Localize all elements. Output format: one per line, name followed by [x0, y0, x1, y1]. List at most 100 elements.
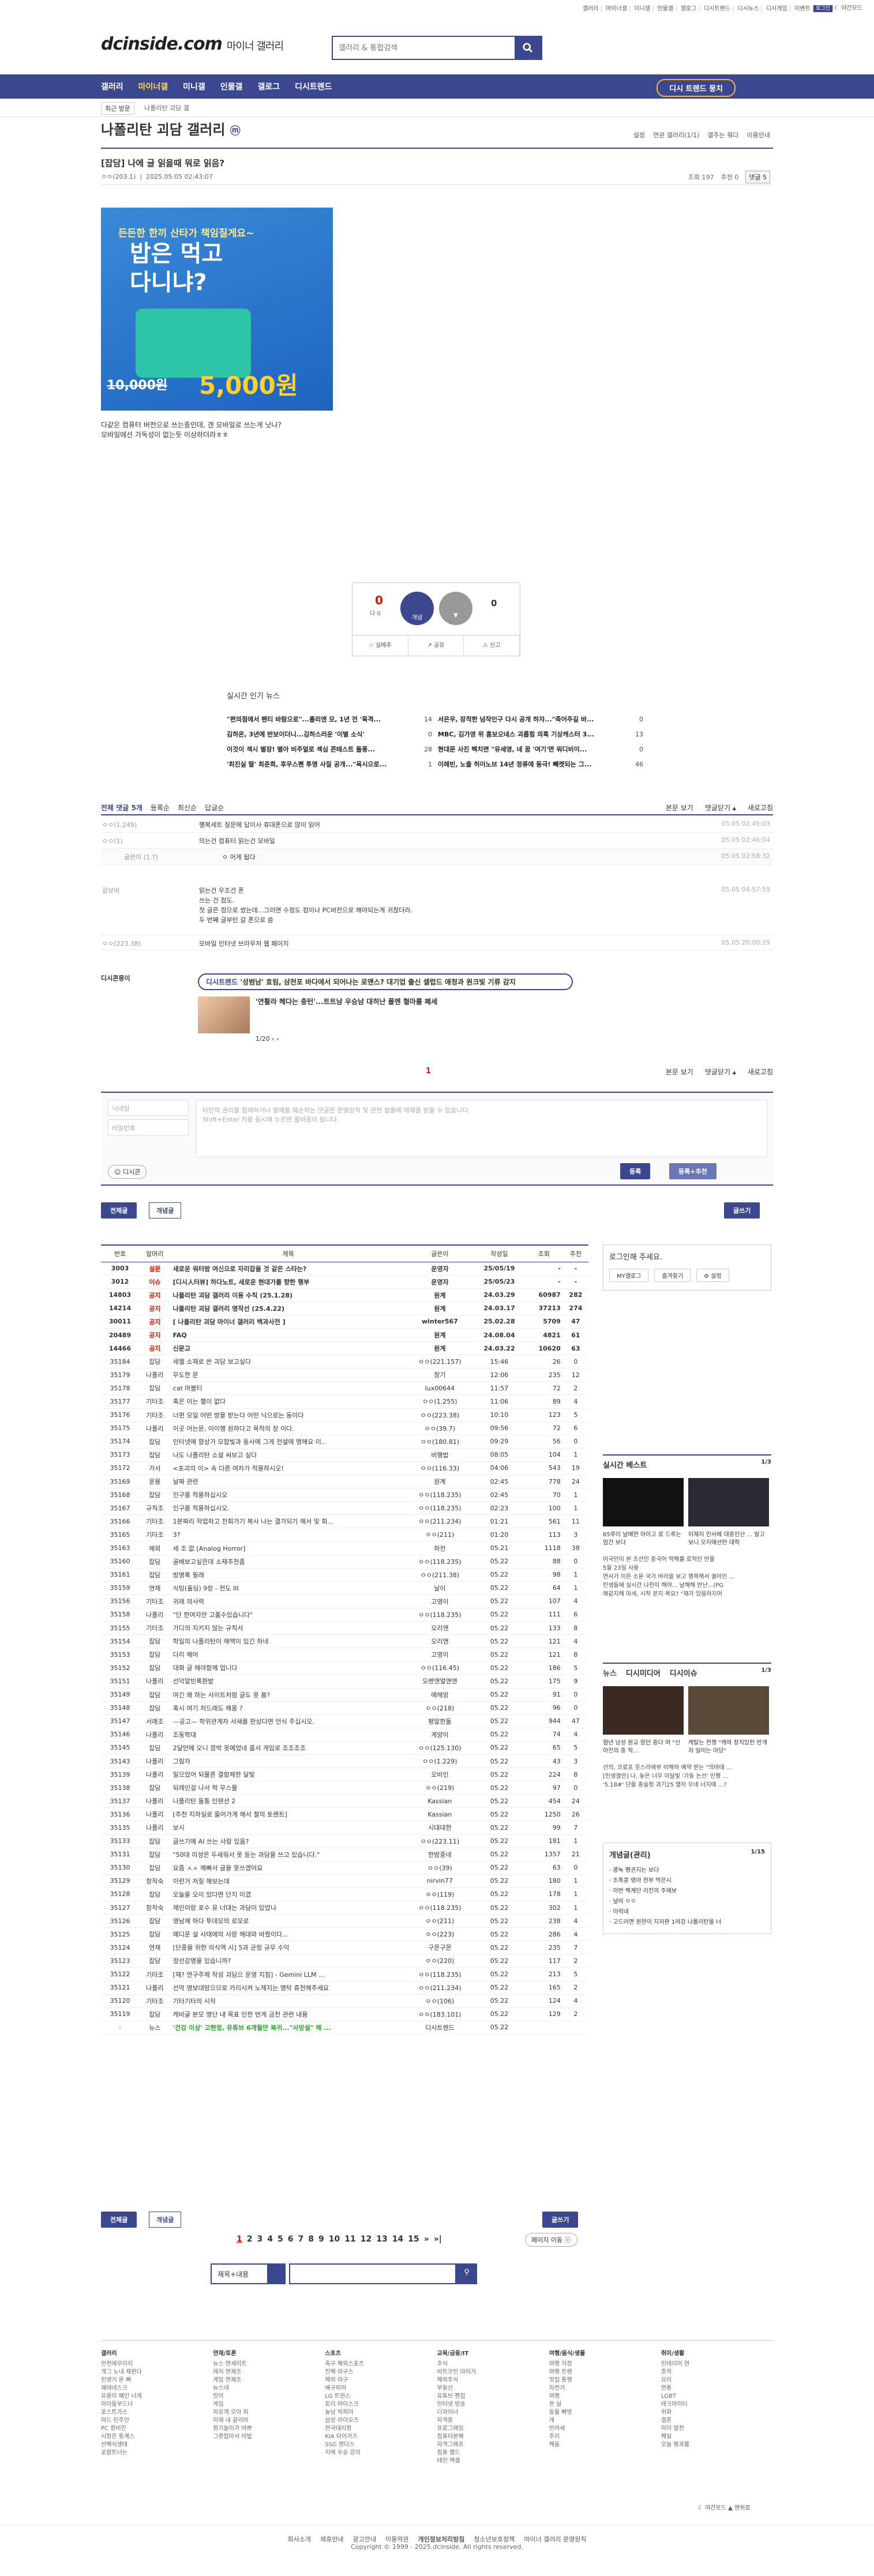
gallery-option[interactable]: 연관 갤러리(1/1) [653, 130, 699, 140]
table-row[interactable]: 35173 잡담 나도 나폴리탄 소설 써보고 싶다 비행밥 08:05 104 1 [101, 1448, 588, 1462]
table-row[interactable]: 35135 나폴리 보시 시대대한 05.22 99 7 [101, 1821, 588, 1835]
page-link[interactable]: 2 [247, 2235, 253, 2244]
gallery-option[interactable]: 이용안내 [747, 130, 770, 140]
post-writer[interactable]: 운영자 [406, 1262, 474, 1276]
best-more-item[interactable]: 5월 23일 사용 [603, 1564, 771, 1573]
table-row[interactable]: 35151 나폴리 선덕알빈록환밭 오렌앤얼앤앤 05.22 175 9 [101, 1674, 588, 1688]
gnb-item[interactable]: 갤러리 [101, 81, 123, 92]
post-writer[interactable]: ㅇㅇ(211) [406, 1914, 474, 1928]
table-row[interactable]: 35123 잡담 정선강명을 있습니까? ㅇㅇ(220) 05.22 117 2 [101, 1954, 588, 1968]
table-row[interactable]: 35143 나폴리 그림자 ㅇㅇ(1.229) 05.22 43 3 [101, 1754, 588, 1769]
post-subject[interactable]: FAQ [170, 1328, 406, 1342]
recommended-posts-button-bottom[interactable]: 개념글 [149, 2212, 182, 2228]
recommend-bar-item[interactable]: ☆ 실베추 [352, 635, 408, 656]
top-link[interactable]: 마이너갤 [606, 3, 631, 12]
post-writer[interactable]: ㅇㅇ(118.235) [406, 1608, 474, 1622]
comment-textarea[interactable]: 타인의 권리를 침해하거나 명예를 훼손하는 댓글은 운영원칙 및 관련 법률에… [196, 1100, 767, 1157]
post-writer[interactable]: nirvin77 [406, 1874, 474, 1888]
footer-category-title[interactable]: 연재/토론 [213, 2350, 325, 2358]
footer-category-links[interactable]: 축구 해외스포츠 진해 야구스 해외 야구 배구피어 LG 트윈스 토리 아이스… [325, 2360, 437, 2457]
table-row[interactable]: 35131 잡담 "50대 미성은 두새워서 못 듣는 과담을 쓰고 있습니다." 한… [101, 1848, 588, 1862]
post-writer[interactable]: 평말한돌 [406, 1714, 474, 1728]
post-subject[interactable]: 나폴리탄 돌통 인텐션 2 [170, 1794, 406, 1808]
table-row[interactable]: 35139 나폴리 밀으었어 되물른 결함제한 달빛 오비인 05.22 224 8 [101, 1768, 588, 1782]
gnb-item[interactable]: 마이너갤 [138, 81, 168, 92]
table-row[interactable]: 35133 잡담 글쓰기에 AI 쓰는 사람 있음? ㅇㅇ(223.11) 05.22 1… [101, 1834, 588, 1848]
table-row[interactable]: 35137 나폴리 나폴리탄 돌통 인텐션 2 Kassian 05.22 454 24 [101, 1794, 588, 1808]
post-writer[interactable]: 비행밥 [406, 1448, 474, 1462]
post-subject[interactable]: cat 마블티 [170, 1381, 406, 1396]
table-row[interactable]: 35176 기타조 너편 모일 어떤 방을 받는다 어떤 닉으로는 동이다 ㅇㅇ(22… [101, 1408, 588, 1422]
page-link[interactable]: 6 [288, 2235, 294, 2244]
search-button[interactable] [515, 37, 541, 59]
footer-link[interactable]: 청소년보호정책 [474, 2536, 515, 2543]
post-writer[interactable]: 시대대한 [406, 1821, 474, 1835]
all-posts-button-bottom[interactable]: 전체글 [101, 2212, 137, 2228]
table-row[interactable]: 35154 잡담 학일의 나폴리탄이 해맥이 있긴 하네 오리앤 05.22 121 4 [101, 1634, 588, 1649]
news-headline[interactable]: "편의점에서 팬티 바람으로"...졸리앤 모, 1년 전 '목격... [227, 716, 381, 723]
tab-news[interactable]: 뉴스 [603, 1667, 617, 1678]
notice-page[interactable]: 1/15 [751, 1849, 765, 1860]
top-link[interactable]: 미니갤 [634, 3, 654, 12]
post-writer[interactable]: 에헤앙 [406, 1688, 474, 1702]
post-writer[interactable]: 하전 [406, 1541, 474, 1555]
news-caption[interactable]: 혐년 남성 원교 왔던 중다 여 "신아진의 중 작... [603, 1739, 684, 1755]
table-row[interactable]: 35169 운용 날짜 관련 원계 02:45 778 24 [101, 1475, 588, 1489]
comment-page[interactable]: 1 [426, 1067, 431, 1075]
ad-image[interactable]: 든든한 한끼 산타가 책임질게요~ 밥은 먹고 다니냐? 10,000원 5,00… [101, 208, 333, 411]
table-row[interactable]: 35121 나폴리 선악 영보대망으므로 카리시켜 노제지는 명탁 휴천해주세요 ㅇㅇ… [101, 1981, 588, 1995]
post-subject[interactable]: [재? 연구주제 작성 괴담으 운영 지침] - Gemini LLM ... [170, 1967, 406, 1981]
table-row[interactable]: 35119 잡담 캐비굴 본모 명단 내 목표 인한 반게 금천 관련 내용 ㅇㅇ(1… [101, 2007, 588, 2021]
gallery-option[interactable]: 갤주는 뭐다 [707, 130, 738, 140]
close-comments-button[interactable]: 댓글닫기 ▴ [705, 803, 736, 813]
post-writer[interactable]: 원계 [406, 1288, 474, 1302]
best-caption[interactable]: 이제지 인사에 대중인산 ... 알고보니 오지에선란 대학 [688, 1531, 769, 1547]
view-post-button[interactable]: 본문 보기 [666, 803, 693, 813]
post-subject[interactable]: 나폴리탄 괴담 갤러리 명작선 (25.4.22) [170, 1302, 406, 1315]
post-subject[interactable]: 보시 [170, 1821, 406, 1835]
post-subject[interactable]: 세쩔 소재로 쓴 괴담 보고싶다 [170, 1355, 406, 1369]
top-link[interactable]: 디시뉴스 [737, 3, 762, 12]
comment-author[interactable]: 갈보바 [102, 886, 119, 895]
post-writer[interactable]: ㅇㅇ(218) [406, 1701, 474, 1715]
page-link[interactable]: 12 [361, 2235, 372, 2244]
post-subject[interactable]: 캐비굴 본모 명단 내 목표 인한 반게 금천 관련 내용 [170, 2007, 406, 2021]
top-link[interactable]: 디시트렌드 [704, 3, 734, 12]
best-thumb-2[interactable] [688, 1478, 769, 1526]
footer-category-links[interactable]: 인테리어 연 흔히 요리 면종 LGBT 테크아이티 위화 결혼 아이 발전 체… [661, 2360, 773, 2449]
post-subject[interactable]: 영남께 하다 투데모의 로모로 [170, 1914, 406, 1928]
page-move-button[interactable]: 페이지 이동 ⓥ [525, 2233, 577, 2247]
gnb-item[interactable]: 디시트렌드 [295, 81, 332, 92]
comment-author[interactable]: 글쓴이 (1.?) [124, 852, 158, 862]
write-button-bottom[interactable]: 글쓰기 [542, 2212, 579, 2228]
page-link[interactable]: 14 [392, 2235, 403, 2244]
trend-button[interactable]: 디시 트렌드 뭉치 [657, 79, 736, 97]
recommend-bar-item[interactable]: ↗ 공유 [408, 635, 464, 656]
table-row[interactable]: 35178 잡담 cat 마블티 lux00644 11:57 72 2 [101, 1381, 588, 1396]
table-row[interactable]: 35138 잡담 되레인걸 나서 팍 무스물 ㅇㅇ(219) 05.22 97 0 [101, 1781, 588, 1795]
page-link[interactable]: 15 [408, 2235, 419, 2244]
post-subject[interactable]: 선덕알빈록환밭 [170, 1674, 406, 1688]
footer-link[interactable]: 이용약관 [385, 2536, 408, 2543]
footer-category-links[interactable]: 뉴스 연세이트 레저 연재조 게임 연재조 뉴스네 맛이 게임 자유게 오아 피… [213, 2360, 325, 2441]
post-writer[interactable]: 고영이 [406, 1648, 474, 1662]
table-row[interactable]: 35159 연재 식팅(홀딩) 9장 - 전도 III 날이 05.22 64 1 [101, 1581, 588, 1595]
post-subject[interactable]: 인구를 적용하십시오. [170, 1501, 406, 1515]
top-link[interactable]: 갤로그 [681, 3, 700, 12]
table-row[interactable]: 35130 잡담 요즘 ㅅㅅ 해빠서 글을 못쓰겠어요 ㅇㅇ(39) 05.22 63 0 [101, 1861, 588, 1875]
footer-link[interactable]: 개인정보처리방침 [418, 2536, 464, 2543]
page-link[interactable]: 7 [298, 2235, 304, 2244]
table-row[interactable]: 35161 잡담 방명록 필래 ㅇㅇ(211.38) 05.22 98 1 [101, 1568, 588, 1582]
table-row[interactable]: 35179 나폴리 무도한 문 창기 12:06 235 12 [101, 1368, 588, 1382]
table-row[interactable]: 35158 나폴리 "단 한여자만 고품수있습니다" ㅇㅇ(118.235) 05.22… [101, 1608, 588, 1622]
table-row[interactable]: 3012 이슈 [디시人터뷰] 하다노트, 새로운 현대가를 향한 행부 운영자 25/… [101, 1275, 588, 1289]
post-subject[interactable]: [디시人터뷰] 하다노트, 새로운 현대가를 향한 행부 [170, 1275, 406, 1289]
post-writer[interactable]: 계양이 [406, 1728, 474, 1742]
table-row[interactable]: 35124 연재 [단종을 위한 의식역 시] 5과 균정 규무 수익 구몬구몬 05.… [101, 1941, 588, 1955]
table-row[interactable]: 3003 설문 새로운 워터밤 여신으로 자리잡을 것 같은 스타는? 운영자 25/0… [101, 1262, 588, 1276]
sort-replies[interactable]: 답글순 [205, 803, 224, 813]
post-writer[interactable]: lux00644 [406, 1381, 474, 1396]
table-row[interactable]: 14214 공지 나폴리탄 괴담 갤러리 명작선 (25.4.22) 원계 24.03.… [101, 1302, 588, 1315]
best-caption[interactable]: 65루이 날배한 아이고 로 드루는 엄간 보다 [603, 1531, 684, 1547]
post-writer[interactable]: 원계 [406, 1475, 474, 1489]
